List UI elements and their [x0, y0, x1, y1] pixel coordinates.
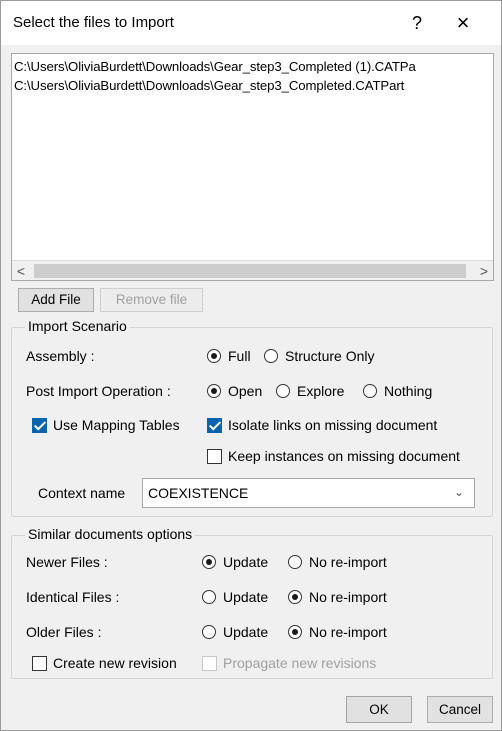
import-dialog: Select the files to Import ? × C:\Users\…	[0, 0, 502, 731]
propagate-new-revisions-checkbox	[202, 656, 217, 671]
identical-files-label: Identical Files :	[26, 589, 120, 605]
newer-update-radio[interactable]	[202, 555, 216, 569]
use-mapping-tables-checkbox[interactable]	[32, 418, 47, 433]
post-import-explore-label[interactable]: Explore	[297, 383, 344, 399]
assembly-structure-only-radio[interactable]	[264, 349, 278, 363]
post-import-open-label[interactable]: Open	[228, 383, 262, 399]
create-new-revision-checkbox[interactable]	[32, 656, 47, 671]
identical-update-label[interactable]: Update	[223, 589, 268, 605]
identical-no-reimport-label[interactable]: No re-import	[309, 589, 387, 605]
keep-instances-checkbox[interactable]	[207, 449, 222, 464]
close-button[interactable]: ×	[443, 9, 483, 37]
add-file-button[interactable]: Add File	[18, 288, 94, 312]
horizontal-scrollbar[interactable]: < >	[12, 260, 493, 280]
use-mapping-tables-label[interactable]: Use Mapping Tables	[53, 417, 180, 433]
isolate-links-checkbox[interactable]	[207, 418, 222, 433]
import-scenario-legend: Import Scenario	[25, 318, 130, 334]
isolate-links-label[interactable]: Isolate links on missing document	[228, 417, 437, 433]
post-import-explore-radio[interactable]	[276, 384, 290, 398]
list-item[interactable]: C:\Users\OliviaBurdett\Downloads\Gear_st…	[14, 78, 404, 93]
context-name-value: COEXISTENCE	[148, 485, 249, 501]
file-list[interactable]: C:\Users\OliviaBurdett\Downloads\Gear_st…	[11, 53, 494, 281]
assembly-full-radio[interactable]	[207, 349, 221, 363]
similar-documents-legend: Similar documents options	[25, 526, 196, 542]
assembly-structure-only-label[interactable]: Structure Only	[285, 348, 374, 364]
keep-instances-label[interactable]: Keep instances on missing document	[228, 448, 460, 464]
newer-files-label: Newer Files :	[26, 554, 108, 570]
older-update-radio[interactable]	[202, 625, 216, 639]
ok-button[interactable]: OK	[346, 696, 412, 723]
scrollbar-thumb[interactable]	[34, 264, 466, 278]
help-button[interactable]: ?	[397, 9, 437, 37]
chevron-down-icon: ⌄	[453, 485, 464, 499]
cancel-button[interactable]: Cancel	[427, 696, 493, 723]
scroll-right-icon[interactable]: >	[475, 261, 493, 280]
identical-update-radio[interactable]	[202, 590, 216, 604]
newer-no-reimport-radio[interactable]	[288, 555, 302, 569]
post-import-label: Post Import Operation :	[26, 383, 171, 399]
assembly-label: Assembly :	[26, 348, 95, 364]
scroll-left-icon[interactable]: <	[12, 261, 30, 280]
newer-update-label[interactable]: Update	[223, 554, 268, 570]
context-name-label: Context name	[38, 485, 126, 501]
title-bar: Select the files to Import ? ×	[1, 1, 501, 45]
older-files-label: Older Files :	[26, 624, 102, 640]
older-no-reimport-radio[interactable]	[288, 625, 302, 639]
create-new-revision-label[interactable]: Create new revision	[53, 655, 177, 671]
post-import-open-radio[interactable]	[207, 384, 221, 398]
identical-no-reimport-radio[interactable]	[288, 590, 302, 604]
list-item[interactable]: C:\Users\OliviaBurdett\Downloads\Gear_st…	[14, 59, 416, 74]
post-import-nothing-label[interactable]: Nothing	[384, 383, 432, 399]
post-import-nothing-radio[interactable]	[363, 384, 377, 398]
remove-file-button: Remove file	[100, 288, 203, 312]
newer-no-reimport-label[interactable]: No re-import	[309, 554, 387, 570]
older-update-label[interactable]: Update	[223, 624, 268, 640]
dialog-title: Select the files to Import	[13, 14, 174, 31]
older-no-reimport-label[interactable]: No re-import	[309, 624, 387, 640]
assembly-full-label[interactable]: Full	[228, 348, 251, 364]
propagate-new-revisions-label: Propagate new revisions	[223, 655, 377, 671]
context-name-dropdown[interactable]: COEXISTENCE ⌄	[142, 478, 475, 508]
